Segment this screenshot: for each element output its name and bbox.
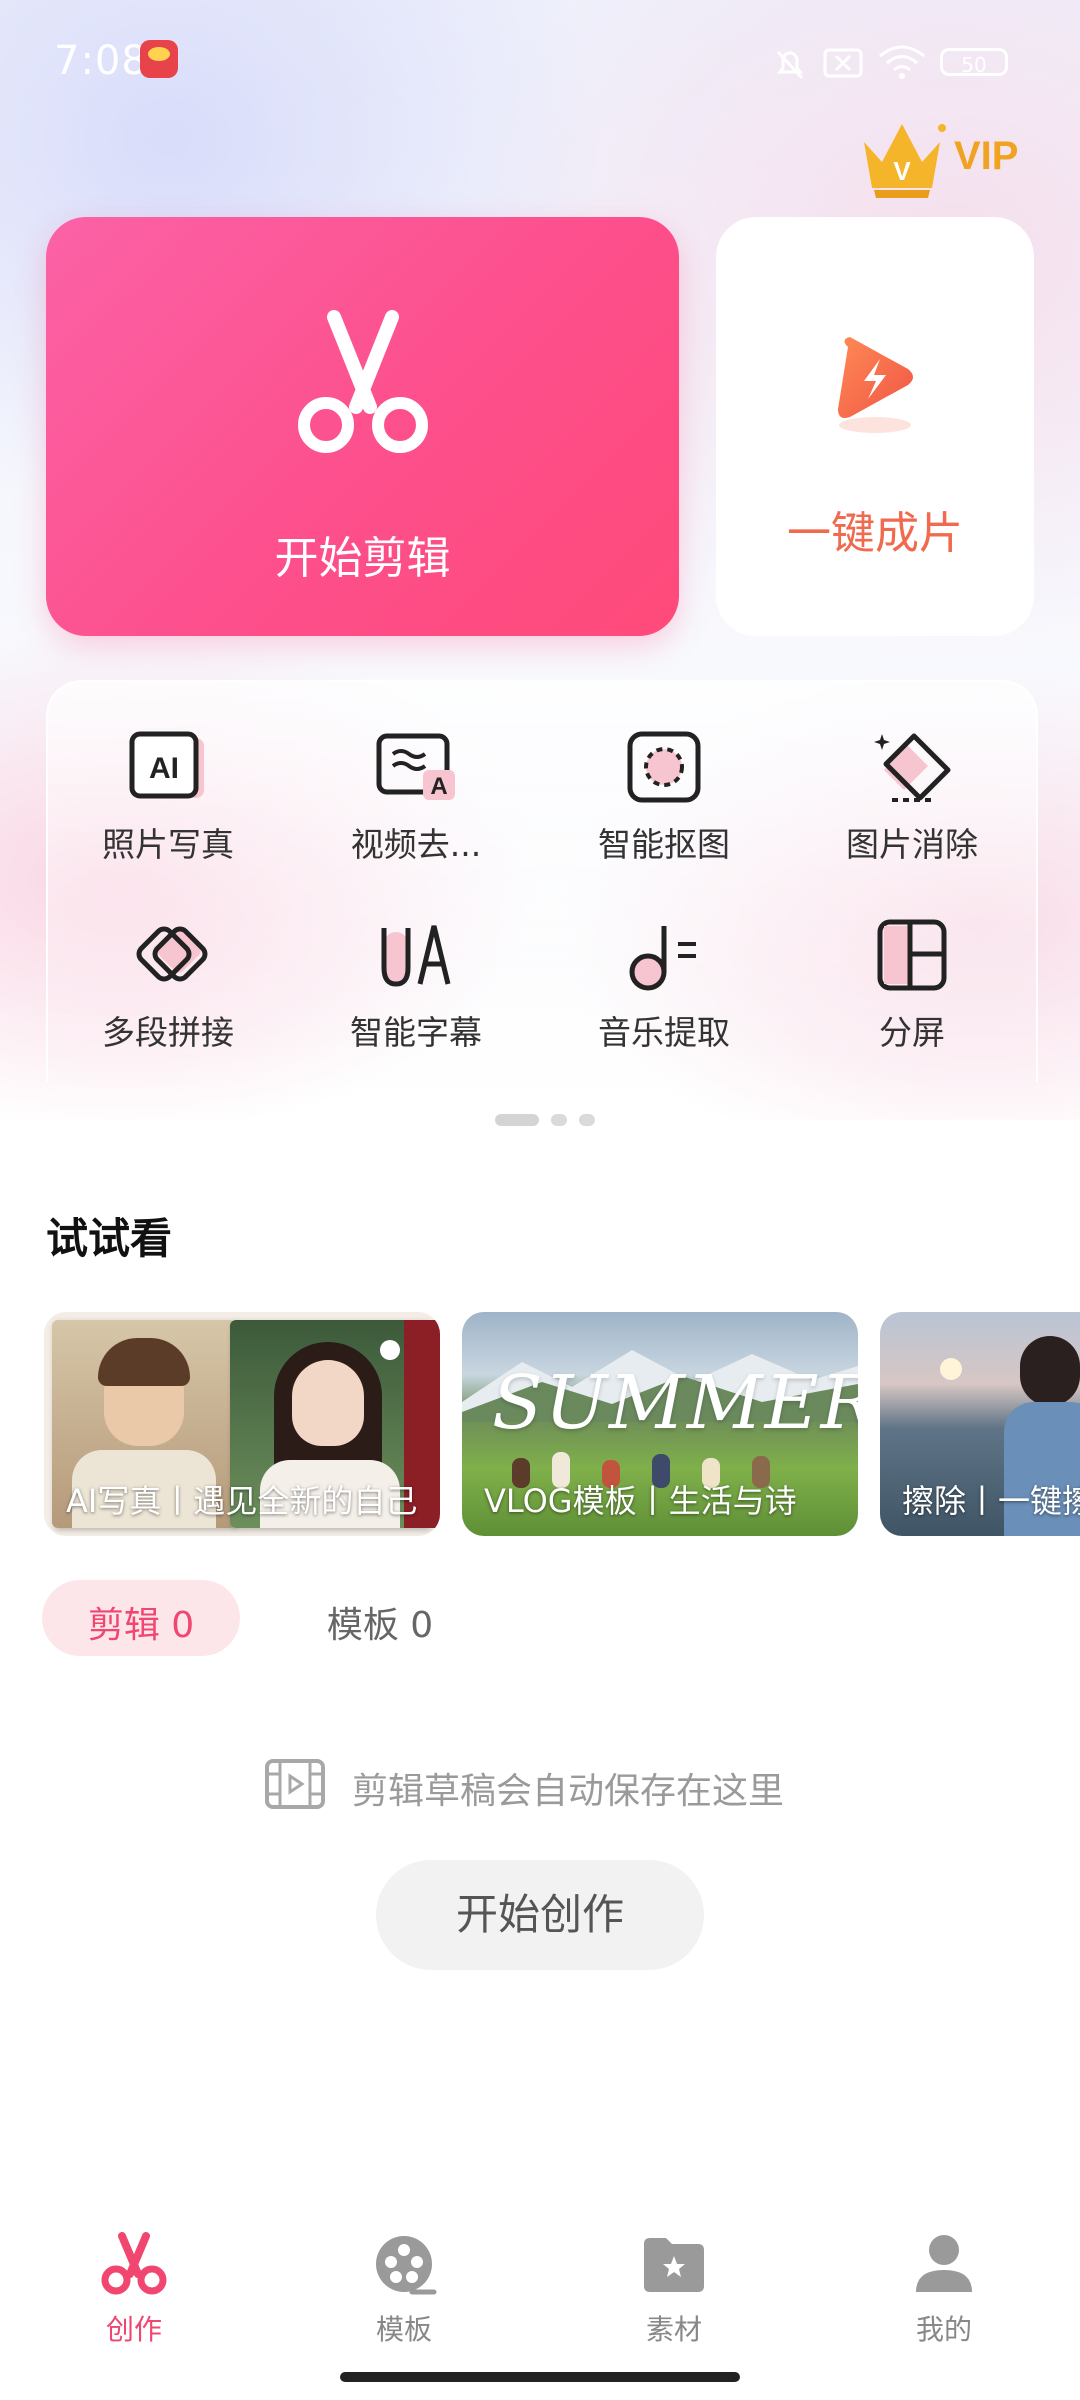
film-reel-icon	[376, 2236, 437, 2295]
try-card-label: VLOG模板丨生活与诗	[484, 1482, 797, 1520]
sim-off-icon	[822, 44, 866, 78]
video-text-remove-icon: A	[376, 733, 455, 800]
tool-split-screen[interactable]: 分屏	[812, 918, 1012, 1088]
tool-label: 音乐提取	[598, 1013, 730, 1052]
nav-templates[interactable]: 模板	[314, 2232, 494, 2348]
mute-bell-icon	[770, 44, 810, 80]
summer-overlay-text: SUMMER	[492, 1360, 858, 1446]
user-icon	[916, 2235, 972, 2292]
svg-text:A: A	[430, 773, 447, 800]
play-lightning-icon	[838, 337, 913, 433]
tool-image-erase[interactable]: 图片消除	[812, 730, 1012, 900]
tool-label: 视频去...	[350, 825, 482, 864]
vip-button[interactable]: V VIP	[852, 112, 1032, 202]
cutout-icon	[627, 731, 701, 803]
tool-video-text-remove[interactable]: A 视频去...	[316, 730, 516, 900]
subtitle-icon	[381, 925, 451, 987]
tool-multi-merge[interactable]: 多段拼接	[68, 918, 268, 1088]
nav-label: 我的	[915, 2313, 972, 2346]
svg-text:V: V	[893, 156, 911, 186]
tool-label: 多段拼接	[102, 1013, 234, 1052]
try-card-ai-portrait[interactable]: AI写真丨遇见全新的自己	[44, 1312, 440, 1536]
music-extract-icon	[629, 926, 696, 991]
scissors-icon	[298, 310, 428, 453]
face-shape-front	[292, 1360, 364, 1446]
empty-drafts-text: 剪辑草稿会自动保存在这里	[352, 1771, 785, 1812]
one-click-label: 一键成片	[787, 508, 963, 559]
tool-label: 智能字幕	[350, 1013, 482, 1052]
status-time: 7:08	[54, 38, 148, 84]
wifi-icon	[876, 44, 928, 79]
scissors-icon	[101, 2232, 167, 2295]
try-card-vlog[interactable]: SUMMER VLOG模板丨生活与诗	[462, 1312, 858, 1536]
eraser-icon	[874, 733, 951, 802]
tool-label: 分屏	[879, 1013, 945, 1052]
tab-template-drafts[interactable]: 模板 0	[300, 1596, 460, 1648]
ai-photo-icon: AI	[129, 731, 204, 799]
try-card-label: AI写真丨遇见全新的自己	[66, 1482, 418, 1520]
sun-shape	[940, 1358, 962, 1380]
split-screen-icon	[877, 919, 947, 991]
nav-materials[interactable]: 素材	[584, 2232, 764, 2348]
nav-profile[interactable]: 我的	[854, 2232, 1034, 2348]
start-creating-button[interactable]: 开始创作	[376, 1860, 704, 1970]
crown-icon: V	[864, 124, 946, 198]
merge-icon	[136, 926, 208, 982]
nav-label: 素材	[645, 2313, 702, 2346]
pager-dot	[551, 1114, 567, 1126]
nav-label: 创作	[105, 2313, 162, 2346]
one-click-video-card[interactable]: 一键成片	[716, 217, 1034, 636]
pager-dot-active	[495, 1114, 539, 1126]
nav-label: 模板	[375, 2313, 432, 2346]
tool-label: 照片写真	[102, 825, 234, 864]
pager-dot	[579, 1114, 595, 1126]
try-section-title: 试试看	[46, 1214, 173, 1263]
tool-smart-subtitle[interactable]: 智能字幕	[316, 918, 516, 1088]
tool-label: 图片消除	[846, 825, 978, 864]
try-card-label: 擦除丨一键擦	[902, 1482, 1080, 1520]
tool-label: 智能抠图	[598, 825, 730, 864]
tool-photo-portrait[interactable]: AI 照片写真	[68, 730, 268, 900]
svg-text:AI: AI	[149, 752, 179, 785]
folder-star-icon	[644, 2238, 704, 2292]
person-head-shape	[1020, 1336, 1080, 1406]
home-indicator[interactable]	[340, 2372, 740, 2382]
tool-smart-cutout[interactable]: 智能抠图	[564, 730, 764, 900]
nav-create[interactable]: 创作	[44, 2232, 224, 2348]
try-card-erase[interactable]: 擦除丨一键擦	[880, 1312, 1080, 1536]
vip-label: VIP	[954, 134, 1019, 178]
start-editing-label: 开始剪辑	[274, 533, 451, 584]
flower-shape	[380, 1340, 400, 1360]
tool-music-extract[interactable]: 音乐提取	[564, 918, 764, 1088]
hair-shape	[98, 1338, 190, 1386]
tab-edit-drafts[interactable]: 剪辑 0	[42, 1596, 240, 1648]
battery-indicator: 50	[940, 48, 1008, 77]
film-icon	[265, 1759, 325, 1809]
start-editing-card[interactable]: 开始剪辑	[46, 217, 679, 636]
carrier-app-icon	[140, 40, 178, 78]
